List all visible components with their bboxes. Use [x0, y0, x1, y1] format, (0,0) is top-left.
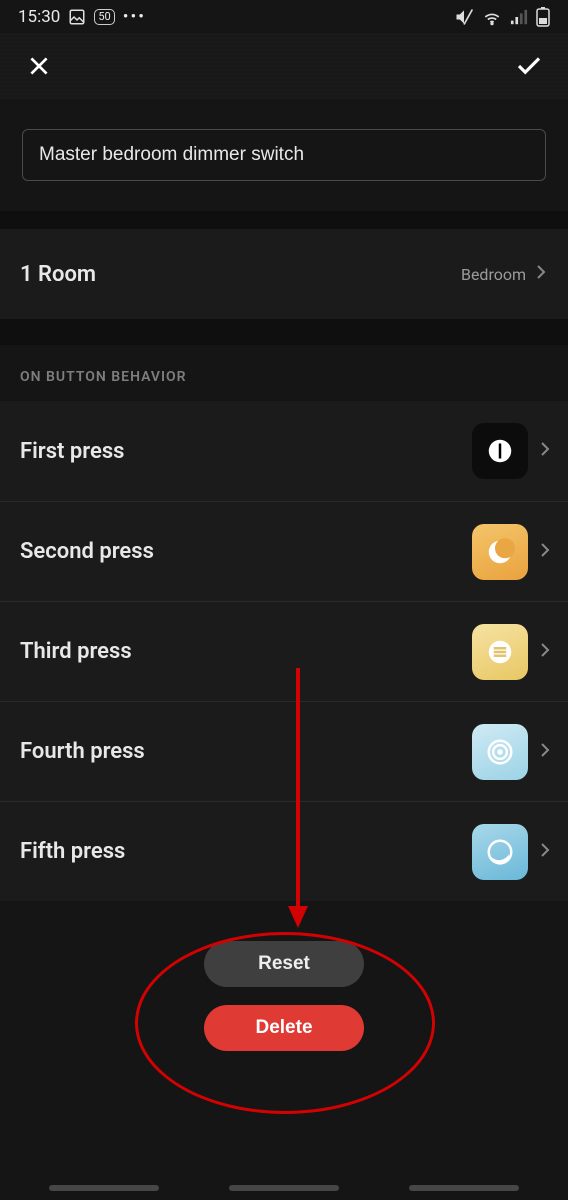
- chevron-right-icon: [536, 264, 546, 284]
- scene-tile: [472, 824, 528, 880]
- room-count-label: 1 Room: [20, 262, 96, 287]
- android-navbar: [0, 1176, 568, 1200]
- image-icon: [68, 8, 86, 26]
- reset-button[interactable]: Reset: [204, 941, 364, 987]
- section-header-on-button: ON BUTTON BEHAVIOR: [0, 345, 568, 401]
- close-button[interactable]: [22, 49, 56, 83]
- check-icon: [514, 51, 544, 81]
- signal-icon: [510, 8, 528, 26]
- chevron-right-icon: [540, 642, 550, 662]
- press-row-2[interactable]: Second press: [0, 501, 568, 601]
- press-label: Third press: [20, 639, 132, 664]
- name-input-section: [0, 99, 568, 211]
- scene-tile: [472, 524, 528, 580]
- editor-header: [0, 33, 568, 99]
- chevron-right-icon: [540, 542, 550, 562]
- mute-vibrate-icon: [454, 7, 474, 27]
- close-icon: [26, 53, 52, 79]
- nav-recents[interactable]: [49, 1185, 159, 1191]
- press-label: Second press: [20, 539, 154, 564]
- device-name-input[interactable]: [22, 129, 546, 181]
- nav-home[interactable]: [229, 1185, 339, 1191]
- target-icon: [485, 737, 515, 767]
- press-row-1[interactable]: First press: [0, 401, 568, 501]
- press-label: Fifth press: [20, 839, 125, 864]
- divider: [0, 211, 568, 229]
- status-right: [454, 7, 550, 27]
- scene-tile: [472, 724, 528, 780]
- moon-icon: [485, 537, 515, 567]
- chevron-right-icon: [540, 441, 550, 461]
- status-left: 15:30 50 •••: [18, 7, 146, 27]
- press-row-3[interactable]: Third press: [0, 601, 568, 701]
- room-name: Bedroom: [461, 265, 526, 284]
- battery-icon: [536, 7, 550, 27]
- room-row[interactable]: 1 Room Bedroom: [0, 229, 568, 319]
- power-icon: [485, 436, 515, 466]
- crescent-icon: [485, 837, 515, 867]
- lines-icon: [485, 637, 515, 667]
- wifi-icon: [482, 7, 502, 27]
- chevron-right-icon: [540, 842, 550, 862]
- confirm-button[interactable]: [512, 49, 546, 83]
- statusbar: 15:30 50 •••: [0, 0, 568, 33]
- nfc-badge-icon: 50: [94, 9, 114, 25]
- scene-tile: [472, 423, 528, 479]
- more-icon: •••: [123, 7, 146, 27]
- divider: [0, 319, 568, 345]
- chevron-right-icon: [540, 742, 550, 762]
- press-list: First press Second press Third press Fou…: [0, 401, 568, 901]
- nav-back[interactable]: [409, 1185, 519, 1191]
- clock: 15:30: [18, 7, 60, 27]
- press-row-5[interactable]: Fifth press: [0, 801, 568, 901]
- press-row-4[interactable]: Fourth press: [0, 701, 568, 801]
- footer-actions: Reset Delete: [0, 901, 568, 1051]
- press-label: First press: [20, 439, 124, 464]
- delete-button[interactable]: Delete: [204, 1005, 364, 1051]
- press-label: Fourth press: [20, 739, 145, 764]
- scene-tile: [472, 624, 528, 680]
